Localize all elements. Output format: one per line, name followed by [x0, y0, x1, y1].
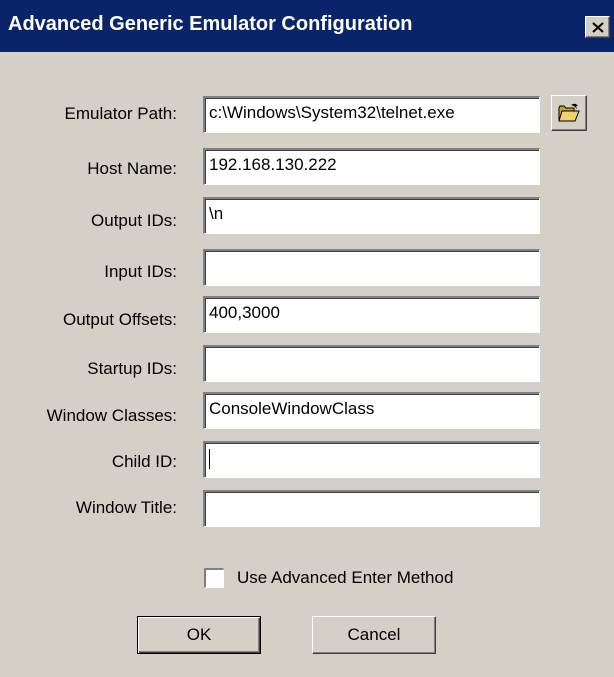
- startup-ids-field[interactable]: [203, 345, 540, 382]
- ok-button[interactable]: OK: [137, 616, 261, 654]
- child-id-label: Child ID:: [111, 452, 177, 471]
- output-ids-label: Output IDs:: [91, 211, 177, 230]
- child-id-field[interactable]: [203, 441, 540, 478]
- window-title: Advanced Generic Emulator Configuration: [8, 13, 413, 35]
- browse-button[interactable]: [551, 95, 587, 131]
- host-name-label: Host Name:: [87, 159, 177, 178]
- close-button[interactable]: [585, 16, 610, 38]
- use-advanced-enter-label: Use Advanced Enter Method: [237, 568, 454, 587]
- use-advanced-enter-checkbox[interactable]: [204, 568, 224, 588]
- emulator-path-field[interactable]: c:\Windows\System32\telnet.exe: [203, 96, 540, 133]
- close-icon: [592, 22, 604, 33]
- cancel-button[interactable]: Cancel: [312, 616, 436, 654]
- text-caret: [209, 448, 210, 469]
- output-offsets-field[interactable]: 400,3000: [203, 296, 540, 333]
- window-classes-field[interactable]: ConsoleWindowClass: [203, 392, 540, 429]
- window-title-label: Window Title:: [75, 498, 177, 517]
- output-ids-field[interactable]: \n: [203, 197, 540, 234]
- window-classes-label: Window Classes:: [46, 406, 177, 425]
- window-title-field[interactable]: [203, 490, 540, 527]
- emulator-path-label: Emulator Path:: [64, 104, 177, 123]
- output-offsets-label: Output Offsets:: [62, 310, 177, 329]
- host-name-field[interactable]: 192.168.130.222: [203, 148, 540, 185]
- input-ids-field[interactable]: [203, 249, 540, 286]
- open-folder-icon: [558, 103, 580, 122]
- startup-ids-label: Startup IDs:: [87, 359, 177, 378]
- emulator-config-dialog: Advanced Generic Emulator Configuration …: [0, 0, 614, 677]
- title-bar: Advanced Generic Emulator Configuration: [0, 0, 614, 52]
- input-ids-label: Input IDs:: [104, 262, 177, 281]
